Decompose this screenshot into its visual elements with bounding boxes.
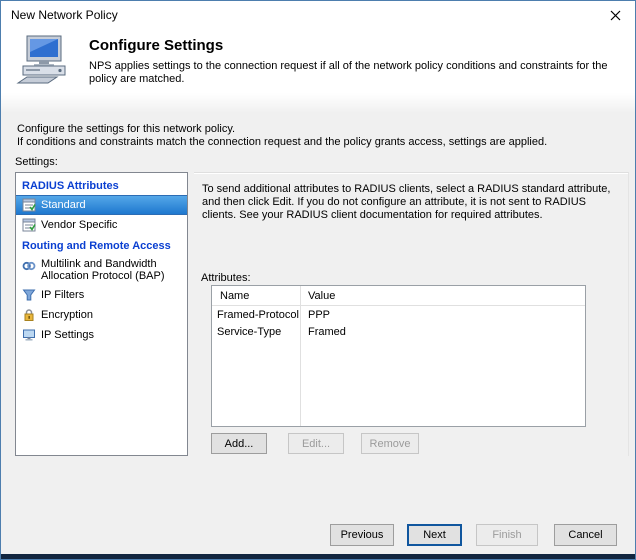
edit-button[interactable]: Edit... xyxy=(288,433,344,454)
panel-description: To send additional attributes to RADIUS … xyxy=(202,183,622,222)
window-bottom-edge xyxy=(1,554,635,559)
settings-item-standard[interactable]: Standard xyxy=(16,195,187,215)
link-icon xyxy=(22,259,36,273)
attributes-table-header: Name Value xyxy=(212,286,585,306)
finish-button[interactable]: Finish xyxy=(476,524,538,546)
standard-attributes-panel: To send additional attributes to RADIUS … xyxy=(194,172,629,456)
window-title: New Network Policy xyxy=(11,8,118,22)
attribute-name: Framed-Protocol xyxy=(212,309,300,321)
previous-button[interactable]: Previous xyxy=(330,524,394,546)
attributes-table: Name Value Framed-Protocol PPP Service-T… xyxy=(211,285,586,427)
cancel-button[interactable]: Cancel xyxy=(554,524,617,546)
wizard-header: Configure Settings NPS applies settings … xyxy=(1,29,635,93)
settings-item-multilink-bap[interactable]: Multilink and Bandwidth Allocation Proto… xyxy=(16,255,187,285)
attribute-value: PPP xyxy=(300,309,585,321)
settings-item-ip-settings[interactable]: IP Settings xyxy=(16,325,187,345)
next-button[interactable]: Next xyxy=(407,524,462,546)
attribute-form-edit-icon xyxy=(22,218,36,232)
settings-group-radius-attributes: RADIUS Attributes xyxy=(16,175,187,195)
settings-item-encryption[interactable]: Encryption xyxy=(16,305,187,325)
column-header-name[interactable]: Name xyxy=(212,290,300,302)
attribute-value: Framed xyxy=(300,326,585,338)
settings-item-label: IP Settings xyxy=(41,329,94,341)
attribute-name: Service-Type xyxy=(212,326,300,338)
titlebar: New Network Policy xyxy=(1,1,635,29)
remove-button[interactable]: Remove xyxy=(361,433,419,454)
lock-icon xyxy=(22,308,36,322)
page-description: NPS applies settings to the connection r… xyxy=(89,60,629,86)
column-header-value[interactable]: Value xyxy=(300,290,585,302)
new-network-policy-dialog: New Network Policy Configure Settings xyxy=(0,0,636,560)
filter-icon xyxy=(22,288,36,302)
page-title: Configure Settings xyxy=(89,37,223,54)
computer-icon xyxy=(16,35,72,88)
settings-item-label: Standard xyxy=(41,199,86,211)
settings-group-routing-remote-access: Routing and Remote Access xyxy=(16,235,187,255)
computer-small-icon xyxy=(22,328,36,342)
attribute-form-icon xyxy=(22,198,36,212)
add-button[interactable]: Add... xyxy=(211,433,267,454)
intro-line-2: If conditions and constraints match the … xyxy=(17,136,547,148)
settings-item-label: Encryption xyxy=(41,309,93,321)
settings-item-ip-filters[interactable]: IP Filters xyxy=(16,285,187,305)
header-divider xyxy=(1,93,635,113)
column-divider xyxy=(300,286,301,426)
close-icon xyxy=(610,10,621,21)
settings-list: RADIUS Attributes Standard xyxy=(15,172,188,456)
settings-item-label: Multilink and Bandwidth Allocation Proto… xyxy=(41,258,183,282)
settings-label: Settings: xyxy=(15,156,58,168)
settings-item-vendor-specific[interactable]: Vendor Specific xyxy=(16,215,187,235)
attributes-label: Attributes: xyxy=(201,272,251,284)
settings-item-label: IP Filters xyxy=(41,289,84,301)
intro-line-1: Configure the settings for this network … xyxy=(17,123,235,135)
close-button[interactable] xyxy=(601,5,629,25)
attribute-row[interactable]: Service-Type Framed xyxy=(212,323,585,340)
attribute-row[interactable]: Framed-Protocol PPP xyxy=(212,306,585,323)
settings-item-label: Vendor Specific xyxy=(41,219,117,231)
